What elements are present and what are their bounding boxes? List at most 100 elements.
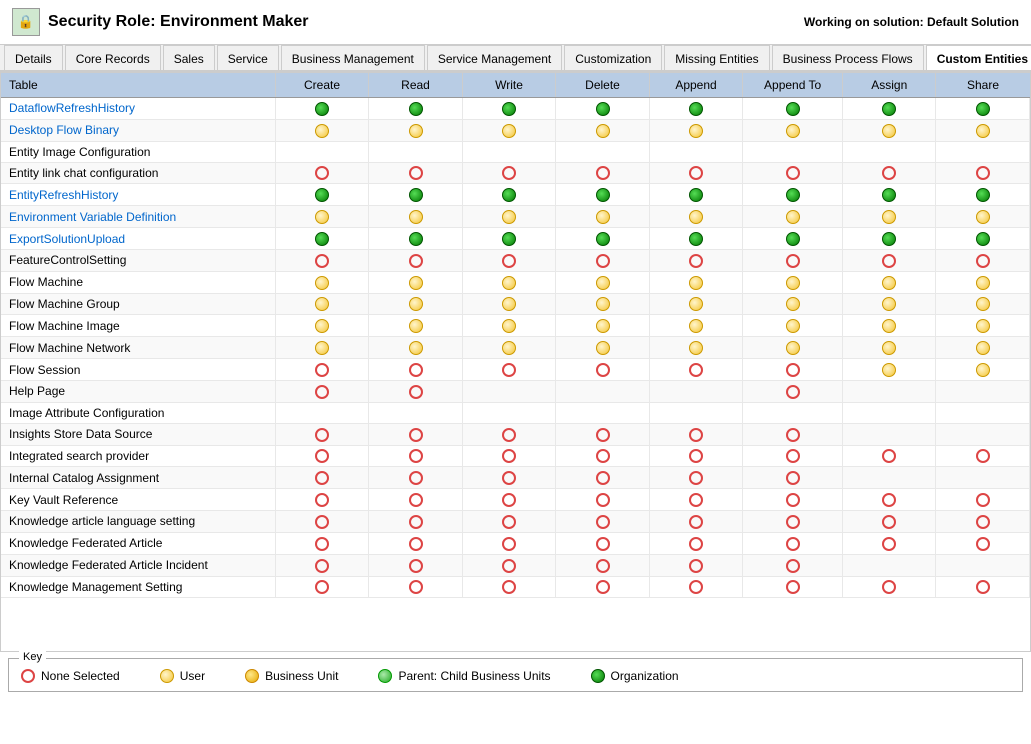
cell-write[interactable]: [462, 402, 556, 423]
row-name[interactable]: EntityRefreshHistory: [1, 184, 275, 206]
cell-create[interactable]: [275, 445, 369, 467]
cell-append[interactable]: [649, 402, 743, 423]
cell-append[interactable]: [649, 141, 743, 162]
cell-append[interactable]: [649, 445, 743, 467]
cell-write[interactable]: [462, 576, 556, 598]
cell-append[interactable]: [649, 532, 743, 554]
cell-create[interactable]: [275, 249, 369, 271]
row-name[interactable]: DataflowRefreshHistory: [1, 98, 275, 120]
cell-assign[interactable]: [842, 359, 936, 381]
cell-write[interactable]: [462, 249, 556, 271]
cell-read[interactable]: [369, 423, 463, 445]
cell-write[interactable]: [462, 293, 556, 315]
cell-read[interactable]: [369, 119, 463, 141]
cell-appendTo[interactable]: [743, 184, 843, 206]
cell-read[interactable]: [369, 445, 463, 467]
cell-delete[interactable]: [556, 315, 650, 337]
cell-delete[interactable]: [556, 98, 650, 120]
cell-share[interactable]: [936, 489, 1030, 511]
cell-delete[interactable]: [556, 402, 650, 423]
cell-create[interactable]: [275, 359, 369, 381]
cell-write[interactable]: [462, 206, 556, 228]
cell-share[interactable]: [936, 402, 1030, 423]
cell-appendTo[interactable]: [743, 141, 843, 162]
cell-share[interactable]: [936, 467, 1030, 489]
cell-share[interactable]: [936, 532, 1030, 554]
cell-read[interactable]: [369, 554, 463, 576]
cell-create[interactable]: [275, 315, 369, 337]
cell-append[interactable]: [649, 359, 743, 381]
cell-read[interactable]: [369, 228, 463, 250]
cell-read[interactable]: [369, 271, 463, 293]
tab-custom-entities[interactable]: Custom Entities: [926, 45, 1031, 72]
cell-assign[interactable]: [842, 445, 936, 467]
cell-delete[interactable]: [556, 423, 650, 445]
cell-read[interactable]: [369, 184, 463, 206]
cell-write[interactable]: [462, 119, 556, 141]
cell-assign[interactable]: [842, 423, 936, 445]
cell-share[interactable]: [936, 554, 1030, 576]
cell-read[interactable]: [369, 467, 463, 489]
cell-append[interactable]: [649, 271, 743, 293]
cell-append[interactable]: [649, 162, 743, 184]
cell-share[interactable]: [936, 184, 1030, 206]
cell-write[interactable]: [462, 271, 556, 293]
cell-delete[interactable]: [556, 206, 650, 228]
cell-append[interactable]: [649, 293, 743, 315]
cell-assign[interactable]: [842, 489, 936, 511]
cell-create[interactable]: [275, 162, 369, 184]
cell-assign[interactable]: [842, 141, 936, 162]
cell-delete[interactable]: [556, 119, 650, 141]
cell-assign[interactable]: [842, 511, 936, 533]
cell-read[interactable]: [369, 206, 463, 228]
cell-create[interactable]: [275, 141, 369, 162]
cell-read[interactable]: [369, 98, 463, 120]
cell-appendTo[interactable]: [743, 467, 843, 489]
cell-append[interactable]: [649, 98, 743, 120]
cell-share[interactable]: [936, 511, 1030, 533]
cell-appendTo[interactable]: [743, 228, 843, 250]
cell-read[interactable]: [369, 141, 463, 162]
cell-read[interactable]: [369, 489, 463, 511]
cell-read[interactable]: [369, 511, 463, 533]
cell-read[interactable]: [369, 359, 463, 381]
cell-delete[interactable]: [556, 554, 650, 576]
cell-create[interactable]: [275, 293, 369, 315]
cell-delete[interactable]: [556, 271, 650, 293]
cell-create[interactable]: [275, 511, 369, 533]
cell-assign[interactable]: [842, 380, 936, 402]
cell-appendTo[interactable]: [743, 206, 843, 228]
cell-assign[interactable]: [842, 337, 936, 359]
cell-appendTo[interactable]: [743, 98, 843, 120]
cell-appendTo[interactable]: [743, 576, 843, 598]
cell-append[interactable]: [649, 315, 743, 337]
cell-share[interactable]: [936, 359, 1030, 381]
cell-write[interactable]: [462, 554, 556, 576]
cell-create[interactable]: [275, 402, 369, 423]
tab-missing-entities[interactable]: Missing Entities: [664, 45, 769, 72]
cell-share[interactable]: [936, 249, 1030, 271]
tab-business-management[interactable]: Business Management: [281, 45, 425, 72]
cell-assign[interactable]: [842, 554, 936, 576]
cell-write[interactable]: [462, 315, 556, 337]
cell-read[interactable]: [369, 532, 463, 554]
cell-write[interactable]: [462, 423, 556, 445]
cell-appendTo[interactable]: [743, 119, 843, 141]
row-name[interactable]: Desktop Flow Binary: [1, 119, 275, 141]
cell-appendTo[interactable]: [743, 380, 843, 402]
cell-append[interactable]: [649, 184, 743, 206]
cell-read[interactable]: [369, 402, 463, 423]
cell-create[interactable]: [275, 271, 369, 293]
cell-write[interactable]: [462, 337, 556, 359]
cell-append[interactable]: [649, 119, 743, 141]
cell-delete[interactable]: [556, 467, 650, 489]
cell-delete[interactable]: [556, 489, 650, 511]
cell-append[interactable]: [649, 380, 743, 402]
cell-appendTo[interactable]: [743, 554, 843, 576]
cell-write[interactable]: [462, 380, 556, 402]
cell-write[interactable]: [462, 359, 556, 381]
cell-assign[interactable]: [842, 467, 936, 489]
tab-sales[interactable]: Sales: [163, 45, 215, 72]
cell-assign[interactable]: [842, 184, 936, 206]
cell-append[interactable]: [649, 554, 743, 576]
